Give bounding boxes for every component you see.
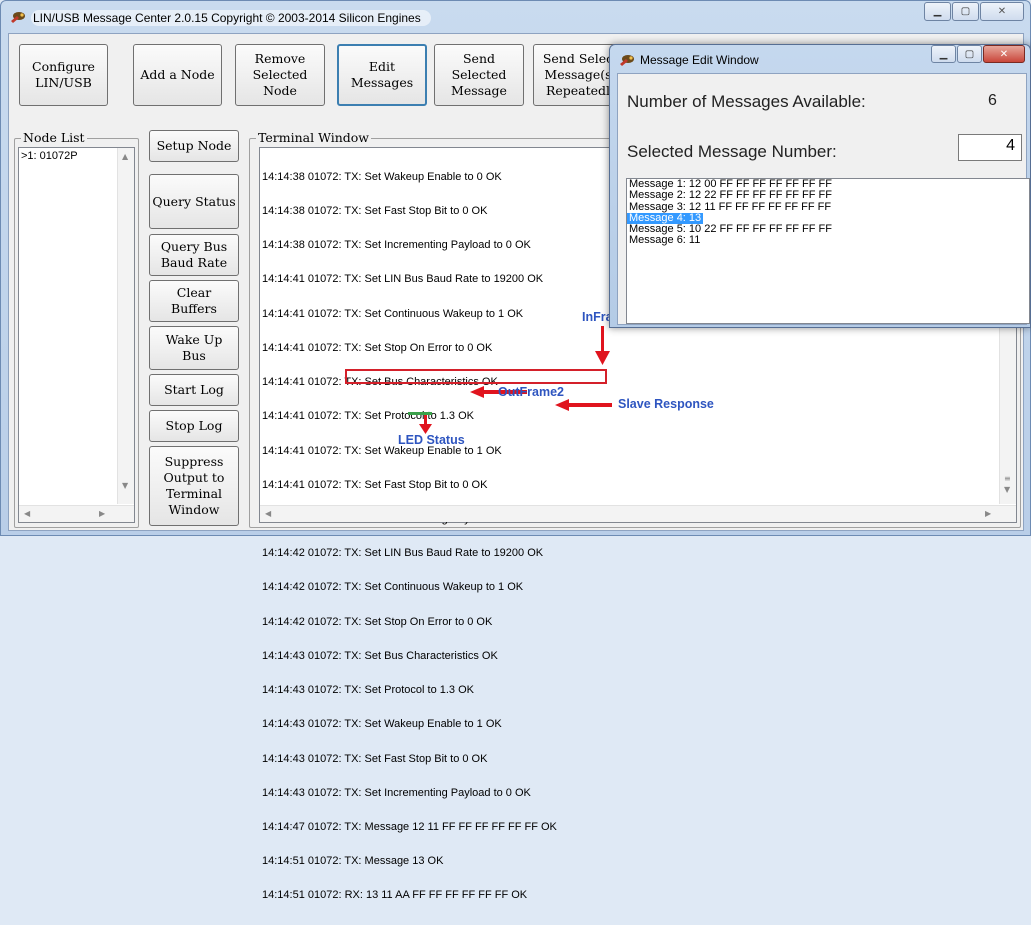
stop-log-button[interactable]: Stop Log [149, 410, 239, 442]
scroll-down-icon[interactable]: ▼ [122, 481, 128, 490]
terminal-line: 14:14:43 01072: TX: Set Fast Stop Bit to… [262, 752, 488, 765]
message-edit-window: Message Edit Window ▁ ▢ ✕ Number of Mess… [609, 44, 1031, 328]
title-bar[interactable]: LIN/USB Message Center 2.0.15 Copyright … [1, 1, 1030, 33]
node-list-hscroll[interactable]: ◀ ▶ [19, 505, 134, 522]
terminal-line: 14:14:47 01072: TX: Message 12 11 FF FF … [262, 820, 557, 833]
node-list-group: Node List >1: 01072P ▲ ▼ ◀ ▶ [14, 130, 139, 528]
slave-response-label: Slave Response [618, 397, 714, 411]
scroll-left-icon[interactable]: ◀ [265, 509, 271, 518]
minimize-button[interactable]: ▁ [931, 45, 956, 63]
terminal-line: 14:14:43 01072: TX: Set Protocol to 1.3 … [262, 684, 474, 697]
edit-messages-button[interactable]: Edit Messages [337, 44, 427, 106]
led-status-label: LED Status [398, 433, 465, 447]
slave-response-arrow-shaft [568, 403, 612, 407]
terminal-line: 14:14:38 01072: TX: Set Incrementing Pay… [262, 239, 531, 252]
left-arrow-icon [470, 386, 484, 398]
terminal-line: 14:14:42 01072: TX: Set LIN Bus Baud Rat… [262, 547, 544, 560]
inframe2-highlight-box [345, 369, 607, 384]
app-icon [620, 55, 634, 66]
clear-buffers-button[interactable]: Clear Buffers [149, 280, 239, 322]
scroll-handle-icon[interactable]: ≡ [1004, 474, 1011, 483]
message-edit-caption-buttons: ▁ ▢ ✕ [930, 45, 1025, 63]
terminal-line: 14:14:43 01072: TX: Set Wakeup Enable to… [262, 718, 502, 731]
terminal-label: Terminal Window [256, 130, 371, 145]
node-listbox[interactable]: >1: 01072P ▲ ▼ ◀ ▶ [18, 147, 135, 523]
caption-buttons: ▁ ▢ ✕ [923, 2, 1024, 21]
terminal-hscroll[interactable]: ◀ ▶ [260, 505, 1016, 522]
send-selected-button[interactable]: Send Selected Message [434, 44, 524, 106]
led-status-underline [408, 412, 432, 415]
terminal-lines: 14:14:38 01072: TX: Set Wakeup Enable to… [262, 149, 557, 925]
node-list-vscroll[interactable]: ▲ ▼ [117, 148, 134, 504]
terminal-line: 14:14:42 01072: TX: Set Continuous Wakeu… [262, 581, 524, 594]
app-icon [11, 12, 25, 23]
message-item[interactable]: Message 6: 11 [627, 235, 1029, 247]
terminal-line: 14:14:41 01072: TX: Set Stop On Error to… [262, 341, 493, 354]
window-title: LIN/USB Message Center 2.0.15 Copyright … [31, 10, 431, 26]
scroll-down-icon[interactable]: ▼ [1004, 485, 1010, 494]
query-status-button[interactable]: Query Status [149, 174, 239, 229]
terminal-line: 14:14:41 01072: TX: Set Wakeup Enable to… [262, 444, 502, 457]
remove-node-button[interactable]: Remove Selected Node [235, 44, 325, 106]
message-edit-client: Number of Messages Available: 6 Selected… [617, 73, 1030, 325]
num-messages-value: 6 [988, 92, 997, 109]
maximize-button[interactable]: ▢ [952, 2, 979, 21]
node-item[interactable]: >1: 01072P [21, 150, 78, 162]
terminal-line: 14:14:41 01072: TX: Set Fast Stop Bit to… [262, 478, 488, 491]
add-node-button[interactable]: Add a Node [133, 44, 222, 106]
start-log-button[interactable]: Start Log [149, 374, 239, 406]
suppress-output-button[interactable]: Suppress Output to Terminal Window [149, 446, 239, 526]
left-arrow-icon [555, 399, 569, 411]
setup-node-button[interactable]: Setup Node [149, 130, 239, 162]
node-list-label: Node List [21, 130, 87, 145]
minimize-button[interactable]: ▁ [924, 2, 951, 21]
maximize-button[interactable]: ▢ [957, 45, 982, 63]
scroll-right-icon[interactable]: ▶ [985, 509, 991, 518]
scroll-up-icon[interactable]: ▲ [122, 152, 128, 161]
wake-up-bus-button[interactable]: Wake Up Bus [149, 326, 239, 370]
terminal-line: 14:14:38 01072: TX: Set Fast Stop Bit to… [262, 205, 488, 218]
scroll-left-icon[interactable]: ◀ [24, 509, 30, 518]
terminal-line: 14:14:38 01072: TX: Set Wakeup Enable to… [262, 170, 502, 183]
terminal-line: 14:14:51 01072: RX: 13 11 AA FF FF FF FF… [262, 889, 528, 902]
message-item[interactable]: Message 2: 12 22 FF FF FF FF FF FF FF [627, 189, 1029, 201]
terminal-line: 14:14:51 01072: TX: Message 13 OK [262, 855, 444, 868]
message-list[interactable]: Message 1: 12 00 FF FF FF FF FF FF FF Me… [626, 178, 1030, 324]
down-arrow-icon [595, 351, 610, 365]
outframe2-label: OutFrame2 [498, 385, 564, 399]
selected-number-input[interactable]: 4 [958, 134, 1022, 161]
terminal-line: 14:14:41 01072: TX: Set LIN Bus Baud Rat… [262, 273, 544, 286]
close-button[interactable]: ✕ [980, 2, 1024, 21]
terminal-line: 14:14:41 01072: TX: Set Continuous Wakeu… [262, 307, 524, 320]
num-messages-label: Number of Messages Available: [627, 92, 866, 111]
close-button[interactable]: ✕ [983, 45, 1025, 63]
message-edit-title: Message Edit Window [640, 53, 759, 67]
terminal-line: 14:14:43 01072: TX: Set Incrementing Pay… [262, 786, 531, 799]
selected-number-label: Selected Message Number: [627, 142, 837, 161]
terminal-line: 14:14:43 01072: TX: Set Bus Characterist… [262, 649, 498, 662]
query-baud-rate-button[interactable]: Query Bus Baud Rate [149, 234, 239, 276]
scroll-right-icon[interactable]: ▶ [99, 509, 105, 518]
configure-button[interactable]: Configure LIN/USB [19, 44, 108, 106]
terminal-line: 14:14:42 01072: TX: Set Stop On Error to… [262, 615, 493, 628]
